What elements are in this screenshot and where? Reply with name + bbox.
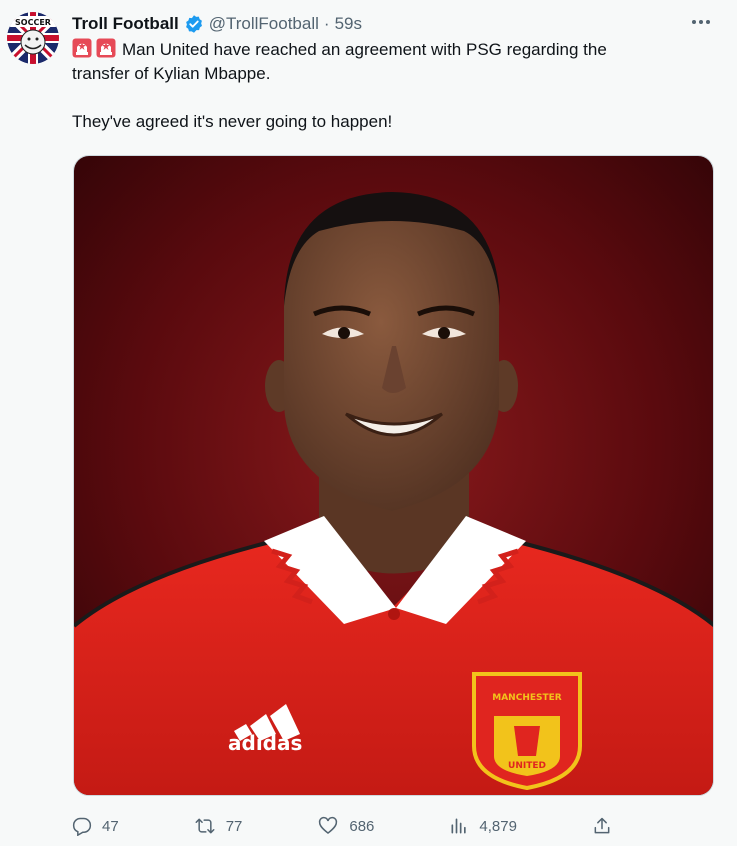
tweet-text-content-1: Man United have reached an agreement wit… (122, 40, 607, 59)
reply-button[interactable]: 47 (72, 816, 119, 836)
avatar[interactable]: SOCCER (7, 12, 59, 64)
retweet-button[interactable]: 77 (194, 816, 243, 836)
avatar-image: SOCCER (7, 12, 59, 64)
avatar-text: SOCCER (15, 18, 51, 27)
tweet-card[interactable]: SOCCER Troll Football @TrollFootball · 5… (0, 0, 737, 846)
views-button[interactable]: 4,879 (449, 816, 517, 836)
tweet-media-image[interactable]: adidas MANCHESTER UNITED (73, 155, 714, 796)
crest-top-text: MANCHESTER (492, 693, 562, 703)
tweet-header: Troll Football @TrollFootball · 59s (72, 12, 362, 36)
reply-count: 47 (102, 817, 119, 835)
kit-brand-text: adidas (228, 731, 302, 755)
tweet-text-line-1: Man United have reached an agreement wit… (72, 38, 712, 62)
crest-bottom-text: UNITED (508, 761, 546, 771)
reply-icon (72, 816, 92, 836)
tweet-text-line-2: transfer of Kylian Mbappe. (72, 64, 271, 83)
retweet-count: 77 (225, 817, 243, 835)
verified-badge-icon (184, 14, 204, 34)
heart-icon (317, 816, 339, 836)
share-icon (592, 816, 612, 836)
like-button[interactable]: 686 (317, 816, 374, 836)
like-count: 686 (349, 817, 375, 835)
timestamp[interactable]: 59s (335, 14, 362, 34)
player-photo: adidas MANCHESTER UNITED (74, 156, 713, 795)
club-crest: MANCHESTER UNITED (472, 672, 582, 791)
siren-emoji-icon (96, 38, 116, 58)
views-count: 4,879 (479, 817, 517, 835)
separator-dot: · (323, 14, 330, 33)
retweet-icon (194, 816, 216, 836)
views-chart-icon (449, 816, 469, 836)
more-options-icon[interactable] (687, 10, 715, 34)
tweet-text-line-3: They've agreed it's never going to happe… (72, 112, 393, 131)
share-button[interactable] (592, 816, 612, 836)
user-handle[interactable]: @TrollFootball (209, 14, 319, 34)
siren-emoji-icon (72, 38, 92, 58)
tweet-action-bar: 47 77 686 4,879 (72, 810, 612, 842)
display-name[interactable]: Troll Football (72, 14, 179, 34)
tweet-text: Man United have reached an agreement wit… (72, 38, 712, 134)
